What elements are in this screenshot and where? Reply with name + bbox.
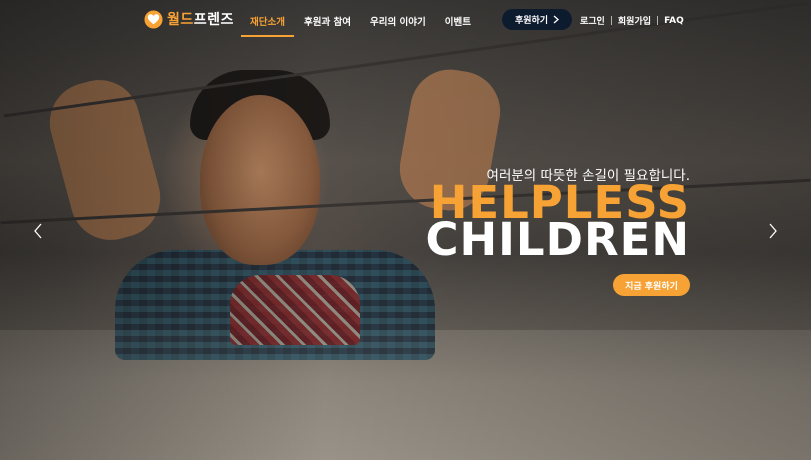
login-link[interactable]: 로그인 [580, 14, 605, 27]
donate-now-button[interactable]: 지금 후원하기 [613, 274, 690, 296]
main-menu: 재단소개 후원과 참여 우리의 이야기 이벤트 [241, 0, 481, 37]
background-wall [0, 330, 811, 460]
utility-links: 로그인 | 회원가입 | FAQ [580, 14, 684, 28]
next-slide-button[interactable] [765, 222, 781, 240]
menu-item-foundation[interactable]: 재단소개 [241, 0, 294, 37]
menu-item-events[interactable]: 이벤트 [436, 0, 480, 37]
chevron-left-icon [34, 223, 42, 239]
donate-button-label: 후원하기 [514, 16, 549, 26]
faq-link[interactable]: FAQ [664, 16, 684, 26]
background-sweater [230, 275, 360, 345]
top-nav: 월드프렌즈 재단소개 후원과 참여 우리의 이야기 이벤트 후원하기 로그인 |… [0, 0, 811, 40]
signup-link[interactable]: 회원가입 [618, 14, 651, 27]
chevron-right-icon [553, 15, 560, 24]
menu-item-support[interactable]: 후원과 참여 [295, 0, 360, 37]
logo-text: 월드프렌즈 [167, 9, 234, 29]
logo-text-part2: 프렌즈 [193, 12, 234, 28]
menu-item-stories[interactable]: 우리의 이야기 [361, 0, 435, 37]
hands-heart-icon [144, 9, 163, 29]
divider: | [609, 15, 613, 26]
background-face [200, 95, 320, 265]
donate-button[interactable]: 후원하기 [502, 9, 572, 30]
chevron-right-icon [769, 223, 777, 239]
background-hand-left [40, 71, 170, 249]
hero-headline-2: CHILDREN [425, 213, 690, 266]
prev-slide-button[interactable] [30, 222, 46, 240]
divider: | [656, 15, 660, 26]
background-shirt [115, 250, 435, 360]
logo[interactable]: 월드프렌즈 [144, 9, 234, 29]
background-hair [190, 70, 330, 140]
logo-text-part1: 월드 [167, 12, 194, 28]
